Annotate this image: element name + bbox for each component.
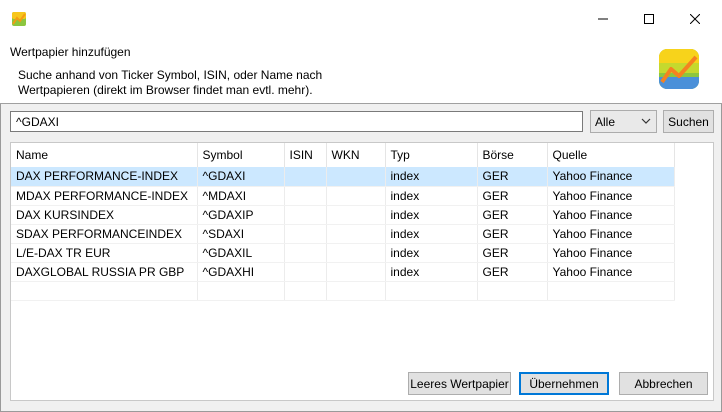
cell-isin	[284, 243, 327, 263]
cell-name: DAXGLOBAL RUSSIA PR GBP	[11, 262, 198, 282]
portfolio-app-icon	[12, 12, 26, 26]
cell-source: Yahoo Finance	[547, 243, 675, 263]
cell-symbol: ^GDAXIP	[197, 205, 285, 225]
table-row[interactable]: DAX KURSINDEX ^GDAXIP index GER Yahoo Fi…	[11, 205, 675, 225]
cell-name: L/E-DAX TR EUR	[11, 243, 198, 263]
cell-type: index	[385, 186, 478, 206]
cell-wkn	[326, 224, 386, 244]
cell-type: index	[385, 167, 478, 187]
cell-exchange: GER	[477, 205, 548, 225]
maximize-button[interactable]	[626, 0, 672, 38]
table-empty-row	[11, 281, 675, 301]
cell-type: index	[385, 243, 478, 263]
chart-logo-icon	[659, 49, 699, 89]
cell-wkn	[326, 205, 386, 225]
cell-isin	[284, 167, 327, 187]
column-header-name[interactable]: Name	[11, 143, 198, 167]
dialog-body: Alle Suchen Name Symbol ISIN WKN Typ Bör…	[0, 104, 722, 412]
cell-exchange: GER	[477, 186, 548, 206]
table-header-row: Name Symbol ISIN WKN Typ Börse Quelle	[11, 143, 675, 167]
table-row[interactable]: DAX PERFORMANCE-INDEX ^GDAXI index GER Y…	[11, 167, 675, 187]
description-line-1: Suche anhand von Ticker Symbol, ISIN, od…	[18, 68, 323, 82]
minimize-button[interactable]	[580, 0, 626, 38]
cell-isin	[284, 186, 327, 206]
title-bar	[0, 0, 722, 38]
cell-isin	[284, 224, 327, 244]
cell-source: Yahoo Finance	[547, 224, 675, 244]
type-filter-value: Alle	[595, 114, 616, 129]
minimize-icon	[598, 18, 608, 20]
chevron-down-icon	[641, 115, 651, 130]
cell-type: index	[385, 262, 478, 282]
column-header-type[interactable]: Typ	[385, 143, 478, 167]
cell-source: Yahoo Finance	[547, 186, 675, 206]
search-input[interactable]	[10, 111, 583, 132]
cell-exchange: GER	[477, 243, 548, 263]
cell-symbol: ^MDAXI	[197, 186, 285, 206]
cell-source: Yahoo Finance	[547, 167, 675, 187]
dialog-title: Wertpapier hinzufügen	[10, 45, 131, 59]
cell-type: index	[385, 205, 478, 225]
cell-exchange: GER	[477, 262, 548, 282]
table-row[interactable]: L/E-DAX TR EUR ^GDAXIL index GER Yahoo F…	[11, 243, 675, 263]
column-header-exchange[interactable]: Börse	[477, 143, 548, 167]
cell-wkn	[326, 167, 386, 187]
cell-isin	[284, 262, 327, 282]
column-header-symbol[interactable]: Symbol	[197, 143, 285, 167]
cell-exchange: GER	[477, 224, 548, 244]
cancel-button[interactable]: Abbrechen	[619, 372, 708, 395]
cell-source: Yahoo Finance	[547, 205, 675, 225]
close-icon	[690, 14, 700, 24]
column-header-isin[interactable]: ISIN	[284, 143, 327, 167]
cell-symbol: ^GDAXHI	[197, 262, 285, 282]
empty-security-button[interactable]: Leeres Wertpapier	[408, 372, 511, 395]
close-button[interactable]	[672, 0, 718, 38]
cell-isin	[284, 205, 327, 225]
maximize-icon	[644, 14, 654, 24]
table-row[interactable]: DAXGLOBAL RUSSIA PR GBP ^GDAXHI index GE…	[11, 262, 675, 282]
cell-wkn	[326, 262, 386, 282]
results-table[interactable]: Name Symbol ISIN WKN Typ Börse Quelle DA…	[10, 142, 714, 401]
cell-symbol: ^GDAXI	[197, 167, 285, 187]
cell-source: Yahoo Finance	[547, 262, 675, 282]
cell-name: MDAX PERFORMANCE-INDEX	[11, 186, 198, 206]
type-filter-dropdown[interactable]: Alle	[590, 110, 657, 133]
column-header-source[interactable]: Quelle	[547, 143, 675, 167]
table-row[interactable]: MDAX PERFORMANCE-INDEX ^MDAXI index GER …	[11, 186, 675, 206]
cell-name: DAX PERFORMANCE-INDEX	[11, 167, 198, 187]
table-row[interactable]: SDAX PERFORMANCEINDEX ^SDAXI index GER Y…	[11, 224, 675, 244]
dialog-header: Wertpapier hinzufügen Suche anhand von T…	[0, 38, 722, 103]
cell-exchange: GER	[477, 167, 548, 187]
cell-wkn	[326, 243, 386, 263]
column-header-wkn[interactable]: WKN	[326, 143, 386, 167]
dialog-description: Suche anhand von Ticker Symbol, ISIN, od…	[18, 68, 348, 98]
cell-symbol: ^SDAXI	[197, 224, 285, 244]
cell-type: index	[385, 224, 478, 244]
accept-button[interactable]: Übernehmen	[519, 372, 609, 395]
cell-wkn	[326, 186, 386, 206]
description-line-2: Wertpapieren (direkt im Browser findet m…	[18, 83, 313, 97]
cell-symbol: ^GDAXIL	[197, 243, 285, 263]
cell-name: SDAX PERFORMANCEINDEX	[11, 224, 198, 244]
search-button[interactable]: Suchen	[663, 110, 714, 133]
cell-name: DAX KURSINDEX	[11, 205, 198, 225]
